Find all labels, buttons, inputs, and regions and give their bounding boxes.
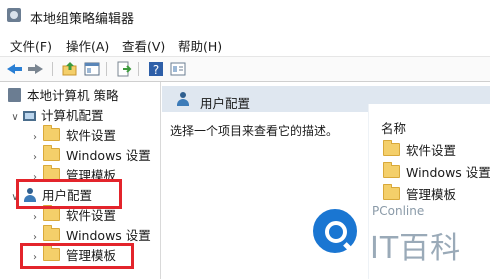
tree-item-computer-windows[interactable]: › Windows 设置 — [30, 145, 151, 168]
tree-label: 计算机配置 — [41, 108, 104, 123]
folder-icon — [383, 140, 400, 156]
tree-label: Windows 设置 — [66, 148, 151, 163]
title-bar: 本地组策略编辑器 — [0, 0, 490, 32]
chevron-right-icon[interactable]: › — [30, 128, 40, 148]
menu-view[interactable]: 查看(V) — [122, 36, 165, 55]
tree-label: 本地计算机 策略 — [27, 88, 119, 103]
tree-label: Windows 设置 — [66, 228, 151, 243]
tree-label: 软件设置 — [66, 208, 117, 223]
list-item-label: Windows 设置 — [406, 165, 490, 180]
list-item-label: 软件设置 — [406, 143, 457, 158]
tree-item-root[interactable]: 本地计算机 策略 — [8, 86, 118, 106]
back-arrow-icon[interactable] — [7, 61, 23, 77]
forward-arrow-icon[interactable] — [27, 61, 43, 77]
policy-icon — [8, 88, 21, 102]
chevron-down-icon[interactable]: ∨ — [10, 108, 20, 128]
chevron-right-icon[interactable]: › — [30, 148, 40, 168]
folder-icon — [383, 184, 400, 200]
toolbar-separator — [52, 62, 53, 76]
folder-icon — [43, 205, 60, 221]
list-item[interactable]: Windows 设置 — [383, 162, 490, 181]
folder-icon — [43, 125, 60, 141]
menu-action[interactable]: 操作(A) — [66, 36, 109, 55]
description-text: 选择一个项目来查看它的描述。 — [170, 124, 339, 138]
help-icon[interactable]: ? — [148, 61, 164, 77]
svg-text:?: ? — [153, 63, 159, 77]
tree-label: 软件设置 — [66, 128, 117, 143]
highlight-box-user-config — [16, 179, 122, 209]
list-item-label: 管理模板 — [406, 187, 457, 202]
export-icon[interactable] — [116, 61, 132, 77]
column-header-name[interactable]: 名称 — [381, 118, 406, 137]
menu-bar: 文件(F) 操作(A) 查看(V) 帮助(H) — [0, 34, 490, 54]
policy-editor-icon — [7, 8, 21, 22]
menu-file[interactable]: 文件(F) — [10, 36, 52, 55]
tree-item-user-software[interactable]: › 软件设置 — [30, 205, 117, 228]
list-item[interactable]: 软件设置 — [383, 140, 456, 159]
tree-item-computer-software[interactable]: › 软件设置 — [30, 125, 117, 148]
details-title: 用户配置 — [200, 96, 251, 111]
window-title: 本地组策略编辑器 — [30, 12, 135, 27]
user-icon — [176, 92, 190, 106]
toolbar-separator — [106, 62, 107, 76]
folder-icon — [383, 162, 400, 178]
folder-icon — [43, 225, 60, 241]
folder-icon — [43, 145, 60, 161]
up-folder-icon[interactable] — [62, 61, 78, 77]
list-item[interactable]: 管理模板 — [383, 184, 456, 203]
show-hide-tree-icon[interactable] — [84, 61, 100, 77]
watermark-site: PConline — [372, 204, 425, 218]
pconline-logo-icon — [304, 200, 366, 262]
toolbar: ? — [0, 56, 490, 82]
highlight-box-admin-templates — [20, 243, 134, 269]
menu-help[interactable]: 帮助(H) — [178, 36, 222, 55]
tree-item-computer-config[interactable]: ∨ 计算机配置 — [10, 106, 104, 128]
toolbar-separator — [138, 62, 139, 76]
chevron-right-icon[interactable]: › — [30, 208, 40, 228]
watermark-brand: IT百科 — [370, 231, 462, 266]
properties-icon[interactable] — [170, 61, 186, 77]
tree-pane: 本地计算机 策略 ∨ 计算机配置 › 软件设置 › Windows 设置 › 管理模板 … — [0, 82, 161, 279]
computer-icon — [23, 111, 36, 121]
